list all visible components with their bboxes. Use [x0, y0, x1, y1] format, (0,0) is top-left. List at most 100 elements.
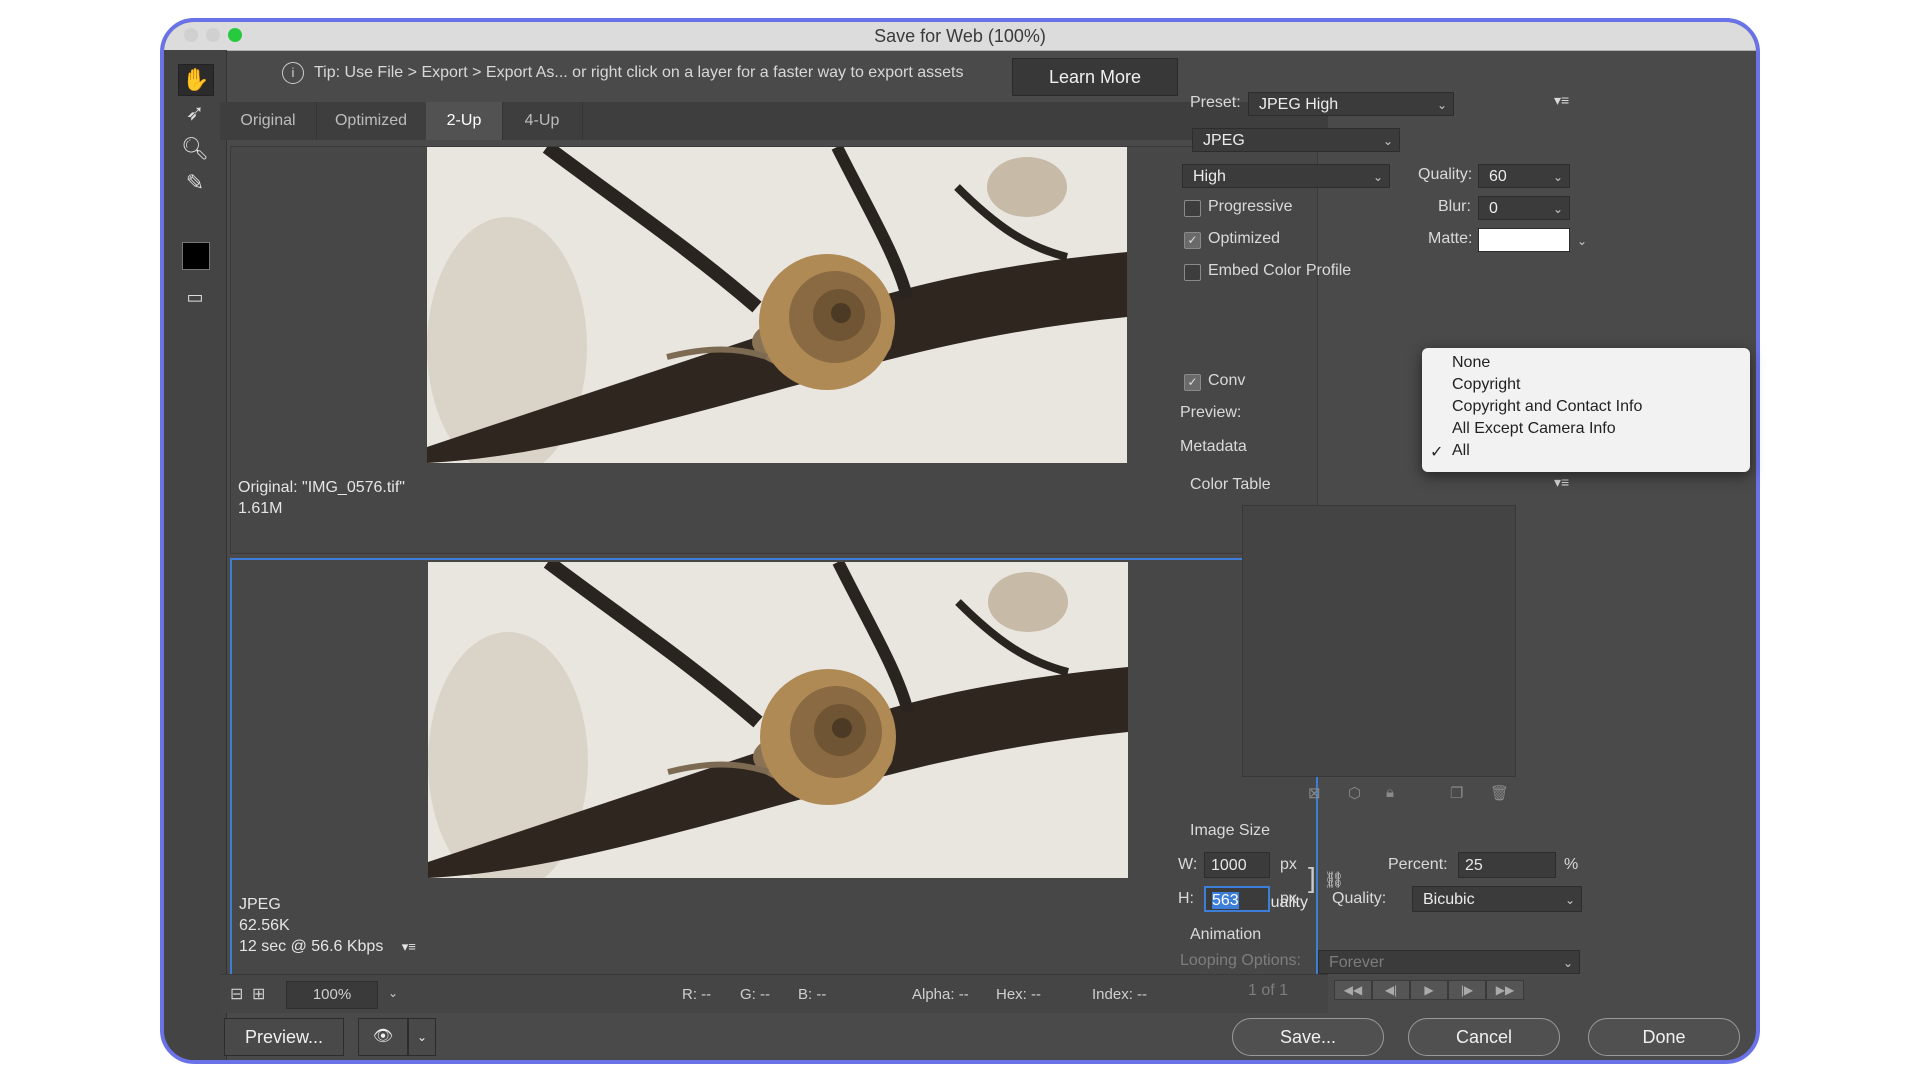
matte-label: Matte: [1428, 230, 1473, 247]
play-icon[interactable]: ▶ [1410, 980, 1448, 1000]
blur-label: Blur: [1438, 198, 1471, 215]
tab-optimized[interactable]: Optimized [316, 102, 427, 140]
chevron-down-icon: ⌄ [1552, 170, 1563, 184]
eyedropper-color-swatch[interactable] [182, 242, 210, 270]
optimized-label: Optimized [1208, 230, 1281, 247]
color-table[interactable] [1242, 505, 1516, 777]
percent-input[interactable]: 25 [1458, 852, 1556, 878]
looping-options-label: Looping Options: [1180, 952, 1301, 969]
resample-quality-label: Quality: [1332, 890, 1387, 907]
lock-color-cube-icon[interactable]: ⬡ [1348, 784, 1361, 802]
zoom-out-icon[interactable]: ⊟ [230, 984, 243, 1004]
optimized-image [428, 562, 1128, 878]
chevron-down-icon: ⌄ [1552, 202, 1563, 216]
menu-item-all-except-camera[interactable]: All Except Camera Info [1452, 420, 1616, 438]
zoom-in-icon[interactable]: ⊞ [252, 984, 265, 1004]
next-frame-icon[interactable]: |▶ [1448, 980, 1486, 1000]
original-image [427, 147, 1127, 463]
height-unit: px [1280, 890, 1297, 907]
previous-frame-icon[interactable]: ◀| [1372, 980, 1410, 1000]
title-bar: Save for Web (100%) [164, 22, 1756, 51]
chevron-down-icon: ⌄ [1436, 98, 1447, 112]
chevron-down-icon: ⌄ [1372, 170, 1383, 184]
tab-2-up[interactable]: 2-Up [426, 102, 503, 140]
blur-input[interactable]: 0 ⌄ [1478, 196, 1570, 220]
chevron-down-icon: ⌄ [1564, 893, 1575, 907]
original-info: Original: "IMG_0576.tif" 1.61M [238, 477, 405, 519]
view-tabs: Original Optimized 2-Up 4-Up [220, 102, 1328, 140]
optimize-menu-icon[interactable]: ▾≡ [1554, 92, 1569, 109]
embed-color-profile-label: Embed Color Profile [1208, 262, 1352, 279]
quality-input[interactable]: 60 ⌄ [1478, 164, 1570, 188]
info-icon: i [282, 62, 304, 84]
tip-text: Tip: Use File > Export > Export As... or… [314, 64, 964, 81]
looping-options-select[interactable]: Forever ⌄ [1318, 950, 1580, 974]
download-speed-menu-icon[interactable]: ▾≡ [402, 939, 416, 954]
preview-button[interactable]: Preview... [224, 1018, 344, 1056]
preset-label: Preset: [1190, 94, 1241, 111]
optimized-filesize: 62.56K [239, 917, 290, 934]
convert-srgb-checkbox[interactable]: ✓ [1184, 374, 1201, 391]
zoom-window-icon[interactable] [228, 28, 242, 42]
minimize-window-icon[interactable] [206, 28, 220, 42]
eyedropper-tool-icon[interactable]: ✎ [178, 168, 212, 198]
optimized-preview-pane[interactable]: JPEG 62.56K 12 sec @ 56.6 Kbps ▾≡ 60 qua… [230, 558, 1318, 980]
done-button[interactable]: Done [1588, 1018, 1740, 1056]
width-input[interactable]: 1000 [1204, 852, 1270, 878]
web-snap-icon[interactable]: ⊠ [1308, 784, 1321, 802]
color-table-menu-icon[interactable]: ▾≡ [1554, 474, 1569, 491]
constrain-bracket: ] [1308, 862, 1316, 893]
chevron-down-icon: ⌄ [1382, 134, 1393, 148]
width-unit: px [1280, 856, 1297, 873]
zoom-level-select[interactable]: 100% [286, 981, 378, 1009]
tool-palette: ✋ ➶ 🔍︎ ✎ ▭ [164, 50, 227, 1060]
embed-color-profile-checkbox[interactable] [1184, 264, 1201, 281]
compression-select[interactable]: High ⌄ [1182, 164, 1390, 188]
width-label: W: [1178, 856, 1198, 873]
resample-quality-select[interactable]: Bicubic ⌄ [1412, 886, 1582, 912]
tab-original[interactable]: Original [220, 102, 317, 140]
menu-item-copyright-contact[interactable]: Copyright and Contact Info [1452, 398, 1642, 416]
toggle-slices-icon[interactable]: ▭ [178, 282, 212, 312]
slice-select-tool-icon[interactable]: ➶ [178, 98, 212, 128]
original-preview-pane[interactable]: Original: "IMG_0576.tif" 1.61M [230, 146, 1318, 554]
hand-tool-icon[interactable]: ✋ [178, 64, 214, 96]
new-color-icon[interactable]: ❐ [1450, 784, 1463, 802]
alpha-readout: Alpha: -- [912, 986, 969, 1003]
original-filesize: 1.61M [238, 500, 283, 517]
metadata-label: Metadata [1180, 438, 1247, 455]
lock-icon[interactable]: 🔒︎ [1386, 784, 1394, 801]
original-filename: Original: "IMG_0576.tif" [238, 479, 405, 496]
browser-chevron-down-icon[interactable]: ⌄ [408, 1018, 436, 1056]
preset-select[interactable]: JPEG High ⌄ [1248, 92, 1454, 116]
close-window-icon[interactable] [184, 28, 198, 42]
browser-preview-icon[interactable]: 👁︎ [358, 1018, 408, 1056]
optimized-info: JPEG 62.56K 12 sec @ 56.6 Kbps ▾≡ [239, 894, 416, 957]
zoom-chevron-down-icon[interactable]: ⌄ [388, 986, 398, 1000]
zoom-tool-icon[interactable]: 🔍︎ [178, 134, 212, 164]
color-table-label: Color Table [1190, 476, 1271, 493]
tab-4-up[interactable]: 4-Up [502, 102, 583, 140]
height-label: H: [1178, 890, 1194, 907]
green-readout: G: -- [740, 986, 770, 1003]
progressive-label: Progressive [1208, 198, 1293, 215]
blue-readout: B: -- [798, 986, 827, 1003]
height-input[interactable]: 563 [1204, 886, 1270, 912]
metadata-dropdown-menu: None Copyright Copyright and Contact Inf… [1422, 348, 1750, 472]
animation-label: Animation [1190, 926, 1262, 943]
format-select[interactable]: JPEG ⌄ [1192, 128, 1400, 152]
image-size-label: Image Size [1190, 822, 1271, 839]
progressive-checkbox[interactable] [1184, 200, 1201, 217]
trash-icon[interactable]: 🗑︎ [1490, 784, 1509, 802]
learn-more-button[interactable]: Learn More [1012, 58, 1178, 96]
menu-item-copyright[interactable]: Copyright [1452, 376, 1520, 394]
hex-readout: Hex: -- [996, 986, 1041, 1003]
matte-select[interactable]: ⌄ [1478, 228, 1587, 252]
menu-item-all[interactable]: All [1452, 442, 1470, 460]
optimized-download-time: 12 sec @ 56.6 Kbps ▾≡ [239, 938, 416, 955]
menu-item-none[interactable]: None [1452, 354, 1490, 372]
first-frame-icon[interactable]: ◀◀ [1334, 980, 1372, 1000]
link-icon[interactable]: ⛓︎ [1324, 870, 1344, 890]
last-frame-icon[interactable]: ▶▶ [1486, 980, 1524, 1000]
optimized-checkbox[interactable]: ✓ [1184, 232, 1201, 249]
